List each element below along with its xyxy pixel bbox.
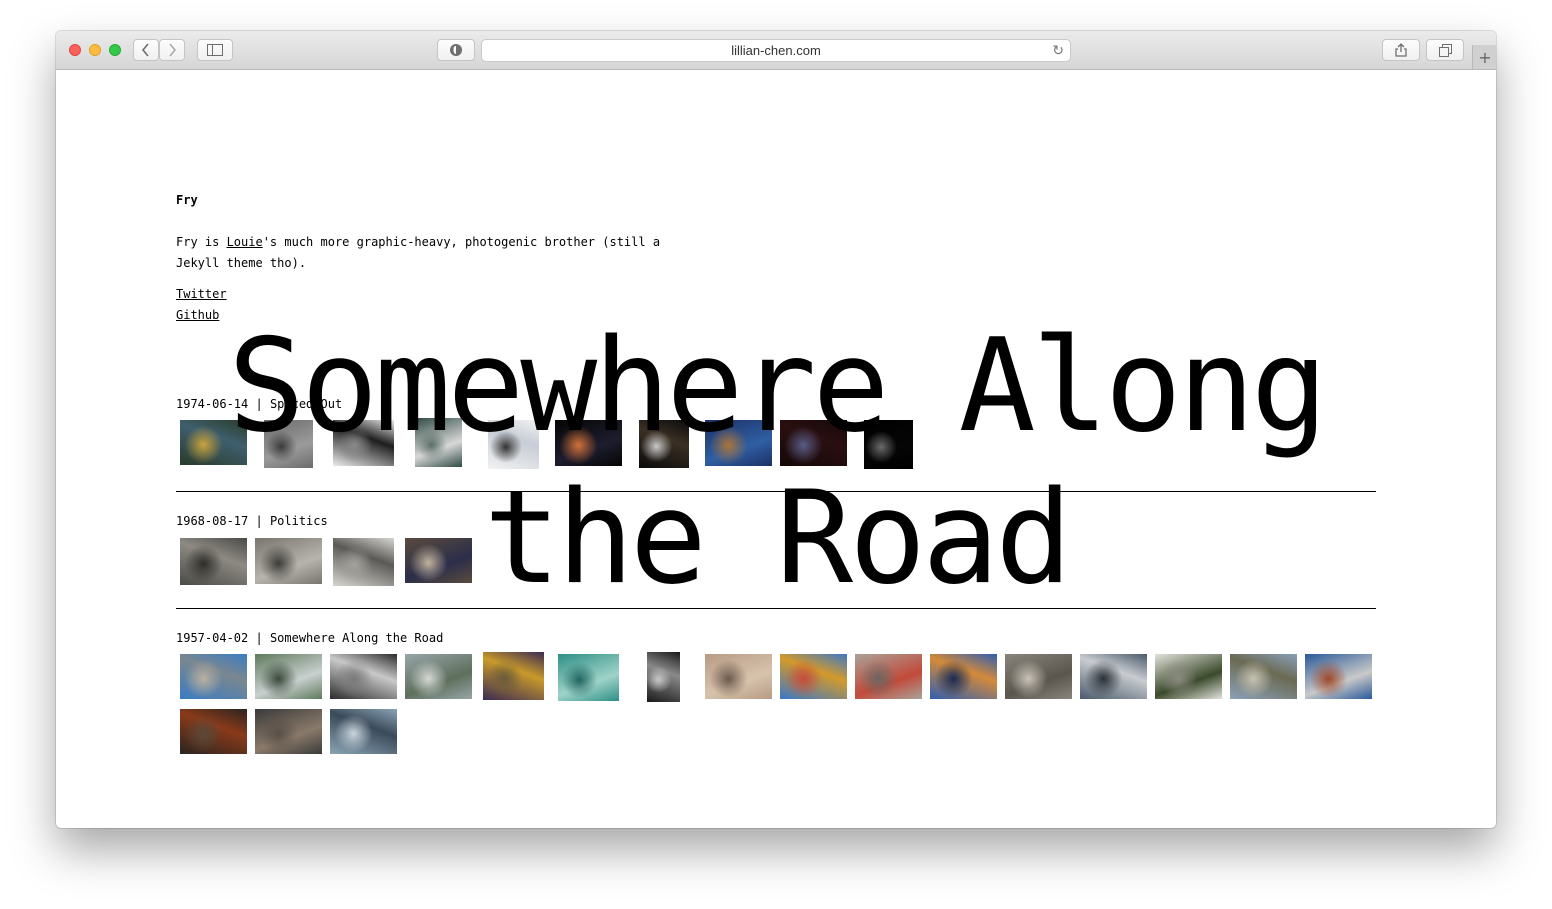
photo-thumbnail[interactable] (555, 420, 622, 466)
photo-thumbnail[interactable] (264, 420, 313, 468)
sidebar-button[interactable] (197, 39, 233, 61)
photo-thumbnail[interactable] (415, 418, 462, 467)
photo-thumbnail[interactable] (180, 654, 247, 699)
entry-thumbnails (176, 652, 1386, 759)
entry-separator: | (248, 514, 270, 528)
entry-thumbnails (176, 418, 1386, 472)
entry-thumbnails (176, 538, 1386, 588)
photo-thumbnail[interactable] (1305, 654, 1372, 699)
louie-link[interactable]: Louie (227, 235, 263, 249)
back-button[interactable] (133, 39, 159, 61)
privacy-button[interactable] (437, 39, 475, 61)
photo-thumbnail[interactable] (333, 420, 394, 466)
reload-icon[interactable]: ↻ (1052, 42, 1064, 59)
entry-divider (176, 608, 1376, 609)
photo-thumbnail[interactable] (405, 538, 472, 583)
share-icon (1395, 43, 1407, 57)
entry-heading[interactable]: 1957-04-02 | Somewhere Along the Road (176, 631, 443, 645)
photo-thumbnail[interactable] (1230, 654, 1297, 699)
page-content: Fry Fry is Louie's much more graphic-hea… (56, 70, 1496, 828)
photo-thumbnail[interactable] (330, 709, 397, 754)
photo-thumbnail[interactable] (780, 420, 847, 466)
photo-thumbnail[interactable] (930, 654, 997, 699)
site-title: Fry (176, 193, 198, 207)
photo-thumbnail[interactable] (639, 420, 689, 468)
photo-thumbnail[interactable] (647, 652, 680, 702)
entry-separator: | (248, 631, 270, 645)
photo-thumbnail[interactable] (705, 654, 772, 699)
browser-window: lillian-chen.com ↻ + Fry Fry is Louie's … (56, 31, 1496, 828)
browser-toolbar: lillian-chen.com ↻ + (56, 31, 1496, 70)
minimize-window-button[interactable] (89, 44, 101, 56)
site-description: Fry is Louie's much more graphic-heavy, … (176, 232, 676, 274)
entry-title: Spaced Out (269, 397, 343, 411)
social-links: Twitter Github (176, 284, 227, 326)
photo-thumbnail[interactable] (558, 654, 619, 701)
twitter-link[interactable]: Twitter (176, 284, 227, 305)
photo-thumbnail[interactable] (488, 420, 539, 469)
new-tab-button[interactable]: + (1472, 45, 1496, 69)
address-bar[interactable]: lillian-chen.com ↻ (481, 39, 1071, 62)
photo-thumbnail[interactable] (1155, 654, 1222, 699)
photo-thumbnail[interactable] (483, 652, 544, 700)
photo-thumbnail[interactable] (255, 538, 322, 584)
entry-title: Politics (269, 514, 328, 528)
entry-date: 1974-06-14 (176, 397, 249, 411)
tabs-icon (1438, 43, 1452, 57)
shield-icon (450, 44, 462, 56)
photo-thumbnail[interactable] (864, 420, 913, 469)
zoom-window-button[interactable] (109, 44, 121, 56)
photo-thumbnail[interactable] (330, 654, 397, 699)
github-link[interactable]: Github (176, 305, 227, 326)
entry-heading[interactable]: 1968-08-17 | Politics (176, 514, 328, 528)
entry-heading[interactable]: 1974-06-14 | Spaced Out (176, 397, 342, 411)
plus-icon: + (1478, 47, 1492, 67)
entry-separator: | (248, 397, 270, 411)
entry-date: 1968-08-17 (176, 514, 249, 528)
forward-button[interactable] (159, 39, 185, 61)
chevron-right-icon (169, 43, 177, 57)
photo-thumbnail[interactable] (180, 420, 247, 465)
close-window-button[interactable] (69, 44, 81, 56)
entry-divider (176, 491, 1376, 492)
photo-thumbnail[interactable] (255, 709, 322, 754)
photo-thumbnail[interactable] (405, 654, 472, 699)
photo-thumbnail[interactable] (780, 654, 847, 699)
photo-thumbnail[interactable] (255, 654, 322, 699)
url-text: lillian-chen.com (731, 43, 821, 58)
photo-thumbnail[interactable] (333, 538, 394, 586)
entry-date: 1957-04-02 (176, 631, 249, 645)
description-prefix: Fry is (176, 235, 227, 249)
photo-thumbnail[interactable] (855, 654, 922, 699)
sidebar-icon (207, 44, 223, 56)
share-button[interactable] (1382, 39, 1420, 61)
chevron-left-icon (141, 43, 149, 57)
tabs-overview-button[interactable] (1426, 39, 1464, 61)
photo-thumbnail[interactable] (705, 420, 772, 466)
photo-thumbnail[interactable] (1005, 654, 1072, 699)
entry-title: Somewhere Along the Road (269, 631, 444, 645)
photo-thumbnail[interactable] (180, 538, 247, 585)
photo-thumbnail[interactable] (180, 709, 247, 754)
photo-thumbnail[interactable] (1080, 654, 1147, 699)
